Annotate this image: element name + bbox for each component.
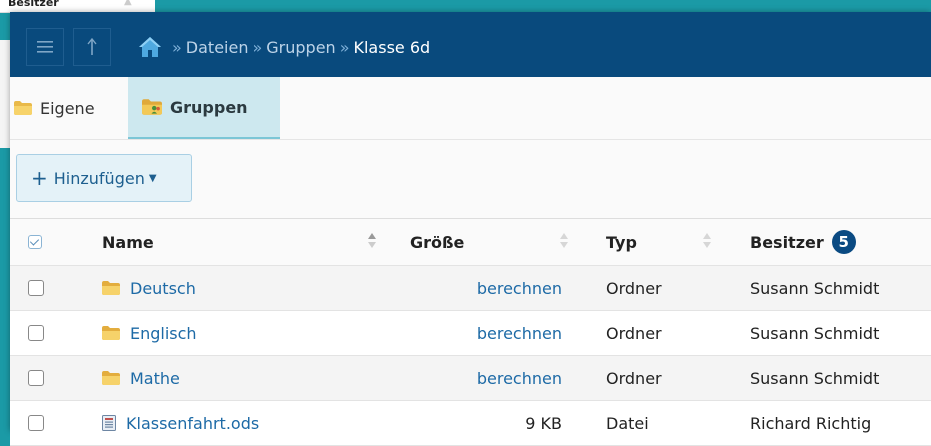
file-manager-panel: » Dateien » Gruppen » Klasse 6d Eigene G… bbox=[10, 12, 931, 446]
column-header-size[interactable]: Größe bbox=[410, 219, 464, 265]
caret-down-icon: ▼ bbox=[148, 172, 157, 184]
sort-icon[interactable] bbox=[560, 233, 568, 249]
step-badge: 5 bbox=[831, 230, 856, 254]
breadcrumb-current: Klasse 6d bbox=[353, 37, 431, 57]
row-checkbox[interactable] bbox=[28, 280, 44, 296]
breadcrumb-separator: » bbox=[172, 37, 182, 57]
spreadsheet-file-icon bbox=[102, 415, 116, 431]
tab-eigene-label: Eigene bbox=[40, 98, 95, 118]
table-row[interactable]: Mathe berechnen Ordner Susann Schmidt bbox=[10, 356, 931, 401]
row-checkbox[interactable] bbox=[28, 325, 44, 341]
sort-icon[interactable] bbox=[368, 233, 376, 249]
tab-bar: Eigene Gruppen bbox=[10, 77, 931, 140]
breadcrumb-separator: » bbox=[339, 37, 350, 57]
file-type: Ordner bbox=[606, 323, 662, 343]
file-size: 9 KB bbox=[525, 413, 562, 433]
tab-eigene[interactable]: Eigene bbox=[0, 77, 109, 139]
up-arrow-icon[interactable] bbox=[73, 28, 111, 66]
folder-icon bbox=[102, 281, 120, 295]
file-name-link[interactable]: Klassenfahrt.ods bbox=[126, 414, 259, 433]
top-navbar: » Dateien » Gruppen » Klasse 6d bbox=[10, 12, 931, 77]
calculate-size-link[interactable]: berechnen bbox=[477, 279, 562, 298]
table-header-row: Name Größe Typ Besitzer 5 bbox=[10, 219, 931, 266]
table-row[interactable]: Deutsch berechnen Ordner Susann Schmidt bbox=[10, 266, 931, 311]
column-header-name[interactable]: Name bbox=[102, 219, 154, 265]
row-checkbox[interactable] bbox=[28, 415, 44, 431]
select-all-checkbox[interactable] bbox=[28, 235, 42, 249]
sort-icon[interactable] bbox=[703, 233, 711, 249]
file-owner: Susann Schmidt bbox=[750, 368, 880, 388]
file-table: Name Größe Typ Besitzer 5 Deutsch berech… bbox=[10, 218, 931, 446]
file-type: Ordner bbox=[606, 278, 662, 298]
file-name-link[interactable]: Deutsch bbox=[130, 279, 196, 298]
tab-gruppen-label: Gruppen bbox=[170, 97, 248, 117]
calculate-size-link[interactable]: berechnen bbox=[477, 324, 562, 343]
add-button[interactable]: + Hinzufügen ▼ bbox=[16, 154, 192, 202]
hamburger-menu-icon[interactable] bbox=[26, 28, 64, 66]
folder-icon bbox=[102, 371, 120, 385]
plus-icon: + bbox=[31, 166, 48, 190]
breadcrumb: » Dateien » Gruppen » Klasse 6d bbox=[138, 35, 430, 59]
folder-icon bbox=[102, 326, 120, 340]
calculate-size-link[interactable]: berechnen bbox=[477, 369, 562, 388]
breadcrumb-separator: » bbox=[252, 37, 263, 57]
file-owner: Susann Schmidt bbox=[750, 278, 880, 298]
file-name-link[interactable]: Mathe bbox=[130, 369, 180, 388]
file-type: Ordner bbox=[606, 368, 662, 388]
tab-gruppen[interactable]: Gruppen bbox=[128, 77, 280, 139]
add-button-label: Hinzufügen bbox=[53, 168, 145, 188]
table-row[interactable]: Englisch berechnen Ordner Susann Schmidt bbox=[10, 311, 931, 356]
table-row[interactable]: Klassenfahrt.ods 9 KB Datei Richard Rich… bbox=[10, 401, 931, 446]
breadcrumb-item-dateien[interactable]: Dateien bbox=[186, 38, 249, 57]
background-sort-icon: ▲ bbox=[124, 0, 132, 7]
column-header-owner[interactable]: Besitzer bbox=[750, 233, 824, 252]
background-owner-header: Besitzer bbox=[8, 0, 59, 9]
file-type: Datei bbox=[606, 413, 649, 433]
file-name-link[interactable]: Englisch bbox=[130, 324, 197, 343]
row-checkbox[interactable] bbox=[28, 370, 44, 386]
folder-icon bbox=[14, 101, 32, 115]
file-owner: Susann Schmidt bbox=[750, 323, 880, 343]
group-folder-icon bbox=[142, 99, 162, 115]
column-header-type[interactable]: Typ bbox=[606, 219, 637, 265]
breadcrumb-item-gruppen[interactable]: Gruppen bbox=[266, 38, 335, 57]
home-icon[interactable] bbox=[138, 36, 162, 58]
file-owner: Richard Richtig bbox=[750, 413, 872, 433]
